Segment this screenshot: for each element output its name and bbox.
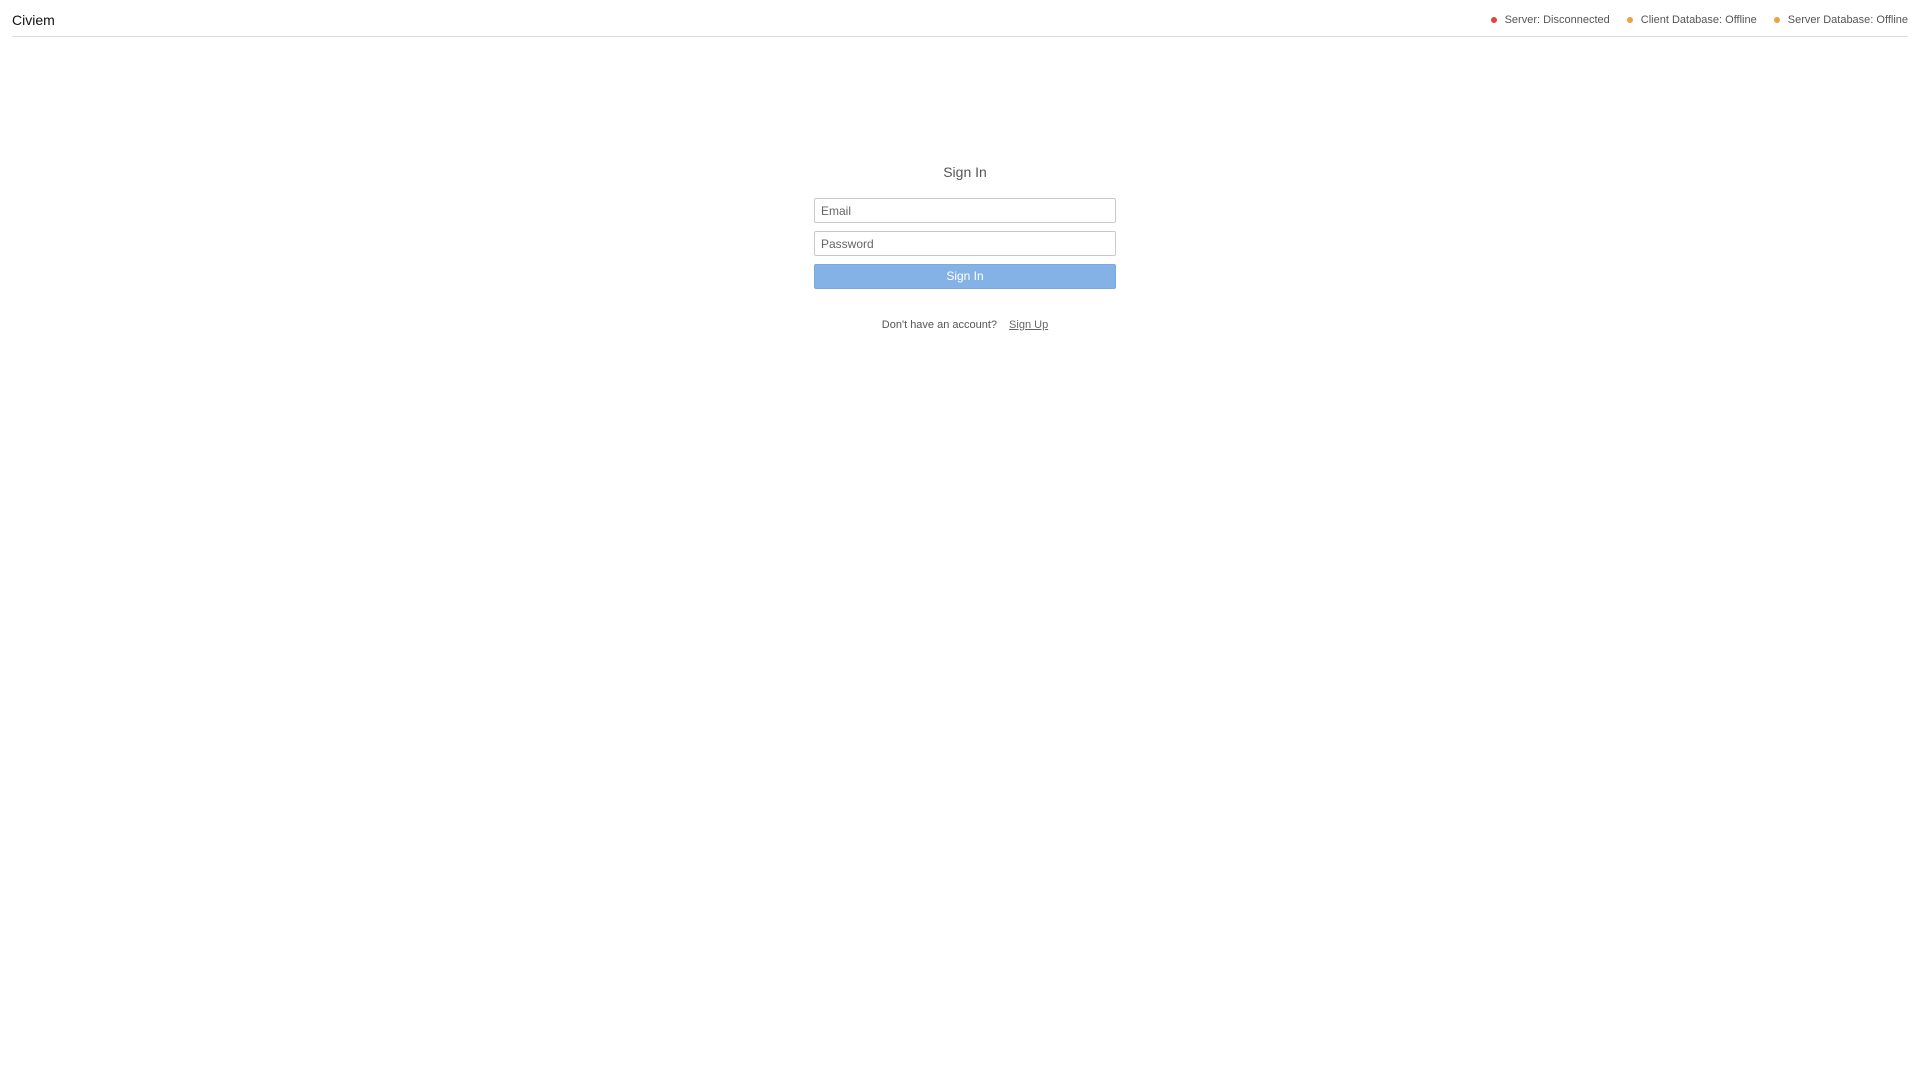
- client-database-status: Client Database: Offline: [1626, 13, 1757, 27]
- server-database-status: Server Database: Offline: [1773, 13, 1908, 27]
- app-title: Civiem: [12, 12, 55, 28]
- server-status: Server: Disconnected: [1490, 13, 1610, 27]
- sign-in-button[interactable]: Sign In: [814, 264, 1116, 289]
- sign-up-prompt-text: Don't have an account?: [881, 319, 998, 331]
- password-input[interactable]: [814, 231, 1116, 256]
- server-database-status-dot-icon: [1773, 17, 1780, 23]
- sign-in-form: Sign In Sign In Don't have an account? Si…: [814, 162, 1116, 333]
- sign-up-prompt-row: Don't have an account? Sign Up: [814, 317, 1116, 333]
- connection-status-list: Server: Disconnected Client Database: Of…: [1490, 13, 1908, 27]
- top-header: Civiem Server: Disconnected Client Datab…: [12, 0, 1908, 37]
- server-status-dot-icon: [1490, 17, 1497, 23]
- sign-in-heading: Sign In: [943, 164, 987, 180]
- server-database-status-label: Server Database: Offline: [1787, 14, 1908, 26]
- email-input[interactable]: [814, 198, 1116, 223]
- sign-up-link[interactable]: Sign Up: [1009, 319, 1048, 331]
- client-database-status-label: Client Database: Offline: [1640, 14, 1757, 26]
- server-status-label: Server: Disconnected: [1504, 14, 1610, 26]
- client-database-status-dot-icon: [1626, 17, 1633, 23]
